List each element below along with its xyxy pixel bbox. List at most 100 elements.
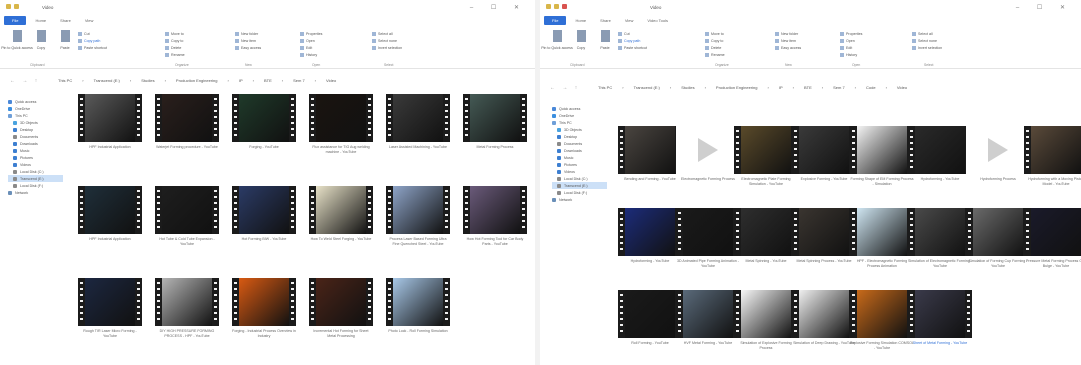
sidebar-item[interactable]: Desktop [8, 126, 63, 133]
history-button[interactable]: History [300, 51, 322, 58]
video-file-item[interactable]: Explosive Forming - YouTube [792, 126, 856, 182]
sidebar-item[interactable]: Documents [552, 140, 607, 147]
tab-share[interactable]: Share [595, 17, 616, 24]
sidebar-item[interactable]: Local Disk (F:) [8, 182, 63, 189]
video-file-item[interactable]: Hydroforming with a Moving Piston Model … [1024, 126, 1081, 186]
breadcrumb-item[interactable]: BTE [264, 78, 272, 83]
video-file-item[interactable]: Simulation of Forming Cup Forming - YouT… [966, 208, 1030, 268]
video-file-item[interactable]: Laser Assisted Machining - YouTube [386, 94, 450, 150]
breadcrumb-item[interactable]: This PC [58, 78, 72, 83]
properties-button[interactable]: Properties [840, 30, 862, 37]
paste-button[interactable]: Paste [54, 30, 76, 51]
window-controls[interactable]: – ☐ ✕ [1016, 4, 1073, 11]
sidebar-item[interactable]: Downloads [552, 147, 607, 154]
video-file-item[interactable]: Hydroforming - YouTube [618, 208, 682, 264]
video-file-item[interactable]: Pressure Metal Forming Process Gas Bulge… [1024, 208, 1081, 268]
video-file-item[interactable]: Sheet of Metal Forming - YouTube [908, 290, 972, 346]
breadcrumb-item[interactable]: Video [897, 85, 907, 90]
tab-home[interactable]: Home [30, 17, 51, 24]
properties-button[interactable]: Properties [300, 30, 322, 37]
select-all-button[interactable]: Select all [372, 30, 402, 37]
sidebar-item[interactable]: Downloads [8, 140, 63, 147]
breadcrumb-item[interactable]: Sem 7 [293, 78, 305, 83]
history-button[interactable]: History [840, 51, 862, 58]
video-file-item[interactable]: Rough TIR Laser Micro Forming - YouTube [78, 278, 142, 338]
invert-selection-button[interactable]: Invert selection [372, 44, 402, 51]
rename-button[interactable]: Rename [705, 51, 725, 58]
paste-shortcut-button[interactable]: Paste shortcut [618, 44, 647, 51]
move-to-button[interactable]: Move to [705, 30, 725, 37]
quick-access-toolbar[interactable] [546, 4, 567, 9]
copy-button[interactable]: Copy [30, 30, 52, 51]
sidebar-item[interactable]: Transcend (E:) [552, 182, 607, 189]
tab-video-tools[interactable]: Video Tools [642, 17, 673, 24]
sidebar-item[interactable]: OneDrive [8, 105, 63, 112]
video-file-item[interactable]: HPF Industrial Application [78, 94, 142, 150]
sidebar-item[interactable]: Videos [552, 168, 607, 175]
video-file-item[interactable]: Forming Shape of EM Forming Process - Si… [850, 126, 914, 186]
pin-button[interactable]: Pin to Quick access [541, 30, 573, 51]
paste-button[interactable]: Paste [594, 30, 616, 51]
video-file-item[interactable]: Metal Spinning - YouTube [734, 208, 798, 264]
sidebar-item[interactable]: Documents [8, 133, 63, 140]
copy-button[interactable]: Copy [570, 30, 592, 51]
breadcrumb-item[interactable]: BTE [804, 85, 812, 90]
video-file-item[interactable]: Simulation of Deep Drawing - YouTube [792, 290, 856, 346]
video-file-item[interactable]: Simulation of Explosive Forming Process [734, 290, 798, 350]
edit-button[interactable]: Edit [840, 44, 862, 51]
cut-button[interactable]: Cut [78, 30, 107, 37]
navigation-arrows-icon[interactable]: ← → ↑ [550, 85, 580, 91]
video-file-item[interactable]: Metal Spinning Process - YouTube [792, 208, 856, 264]
breadcrumb-item[interactable]: Transcend (E:) [94, 78, 120, 83]
select-none-button[interactable]: Select none [912, 37, 942, 44]
quick-access-toolbar[interactable] [6, 4, 19, 9]
sidebar-item[interactable]: 3D Objects [552, 126, 607, 133]
video-file-item[interactable]: Forging - Industrial Process Overview in… [232, 278, 296, 338]
sidebar-item[interactable]: Pictures [8, 154, 63, 161]
video-file-item[interactable]: How To Weld Steel Forging - YouTube [309, 186, 373, 242]
sidebar-item[interactable]: Local Disk (F:) [552, 189, 607, 196]
sidebar-item[interactable]: This PC [8, 112, 63, 119]
paste-shortcut-button[interactable]: Paste shortcut [78, 44, 107, 51]
sidebar-item[interactable]: OneDrive [552, 112, 607, 119]
open-button[interactable]: Open [840, 37, 862, 44]
sidebar-item[interactable]: Music [8, 147, 63, 154]
rename-button[interactable]: Rename [165, 51, 185, 58]
sidebar-item[interactable]: Local Disk (C:) [552, 175, 607, 182]
video-file-item[interactable]: Hydroforming Process [966, 126, 1030, 182]
breadcrumb-item[interactable]: Video [326, 78, 336, 83]
sidebar-item[interactable]: 3D Objects [8, 119, 63, 126]
video-file-item[interactable]: Metal Forming Process [463, 94, 527, 150]
tab-file[interactable]: File [4, 15, 27, 25]
copy-path-button[interactable]: Copy path [618, 37, 647, 44]
tab-view[interactable]: View [80, 17, 99, 24]
address-bar[interactable]: ← → ↑ This PC › Transcend (E:) › Studies › Pro… [540, 82, 1081, 94]
breadcrumb[interactable]: This PC › Transcend (E:) › Studies › Productio… [598, 85, 907, 90]
sidebar-item[interactable]: Network [552, 196, 607, 203]
move-to-button[interactable]: Move to [165, 30, 185, 37]
new-item-button[interactable]: New item [775, 37, 801, 44]
breadcrumb-item[interactable]: Transcend (E:) [634, 85, 660, 90]
video-file-item[interactable]: Flux assistance for TIG Aug welding mach… [309, 94, 373, 154]
breadcrumb-item[interactable]: Studies [681, 85, 694, 90]
copy-to-button[interactable]: Copy to [165, 37, 185, 44]
sidebar-item[interactable]: Quick access [8, 98, 63, 105]
easy-access-button[interactable]: Easy access [235, 44, 261, 51]
breadcrumb-item[interactable]: This PC [598, 85, 612, 90]
video-file-item[interactable]: HPF - Electromagnetic Forming Process An… [850, 208, 914, 268]
video-file-item[interactable]: Bending and Forming - YouTube [618, 126, 682, 182]
address-bar[interactable]: ← → ↑ This PC › Transcend (E:) › Studies › Pro… [0, 75, 535, 87]
breadcrumb-item[interactable]: Code [866, 85, 876, 90]
select-none-button[interactable]: Select none [372, 37, 402, 44]
edit-button[interactable]: Edit [300, 44, 322, 51]
sidebar-item[interactable]: Videos [8, 161, 63, 168]
window-controls[interactable]: – ☐ ✕ [470, 4, 527, 11]
sidebar-item[interactable]: This PC [552, 119, 607, 126]
new-folder-button[interactable]: New folder [775, 30, 801, 37]
new-item-button[interactable]: New item [235, 37, 261, 44]
select-all-button[interactable]: Select all [912, 30, 942, 37]
breadcrumb-item[interactable]: Production Engineering [716, 85, 758, 90]
video-file-item[interactable]: DIY HIGH PRESSURE FORMING PROCESS - HPF … [155, 278, 219, 338]
video-file-item[interactable]: Simulation of Electromagnetic Forming - … [908, 208, 972, 268]
video-file-item[interactable]: HVF Metal Forming - YouTube [676, 290, 740, 346]
